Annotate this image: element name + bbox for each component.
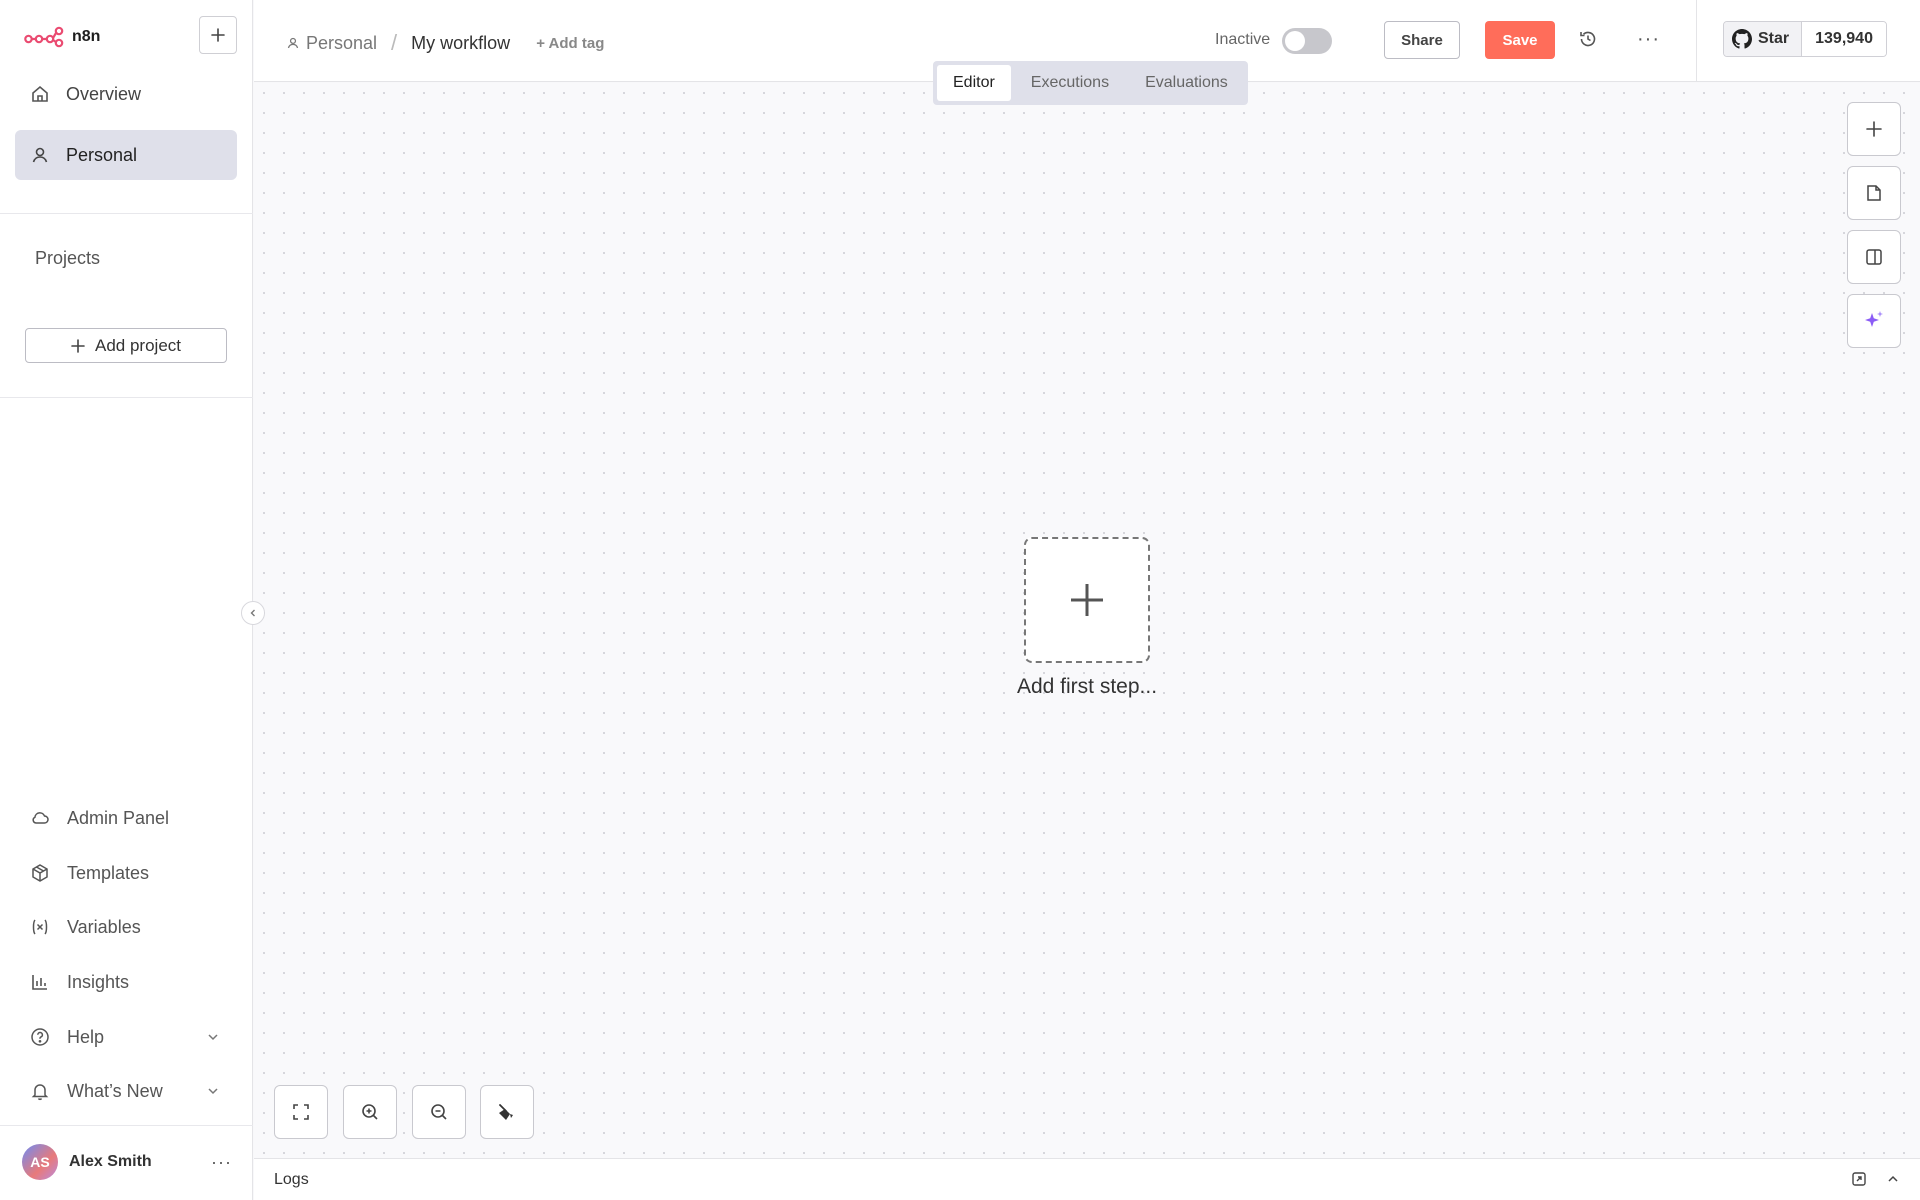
sidebar-item-whats-new[interactable]: What’s New xyxy=(30,1075,220,1107)
sidebar-item-label: Overview xyxy=(66,83,142,104)
more-options-icon[interactable]: ··· xyxy=(1637,28,1660,51)
user-menu[interactable]: AS Alex Smith ··· xyxy=(22,1143,232,1181)
sidebar-item-variables[interactable]: Variables xyxy=(30,911,220,943)
workflow-status-label: Inactive xyxy=(1215,31,1271,48)
sparkle-icon xyxy=(1865,311,1883,327)
sidebar-item-label: Insights xyxy=(67,971,130,992)
zoom-in-button[interactable] xyxy=(343,1085,397,1139)
github-star-label: Star xyxy=(1758,30,1790,47)
user-icon xyxy=(287,37,299,49)
github-star-button[interactable]: Star xyxy=(1724,22,1803,56)
home-icon xyxy=(32,85,48,102)
plus-icon xyxy=(1866,121,1882,137)
chevron-up-icon[interactable] xyxy=(1885,1171,1901,1192)
n8n-logo[interactable]: n8n xyxy=(24,26,100,48)
fit-view-icon xyxy=(293,1104,309,1120)
sidebar-item-label: Admin Panel xyxy=(67,807,170,828)
github-star-count: 139,940 xyxy=(1802,22,1886,56)
zoom-out-icon xyxy=(431,1104,447,1120)
user-more-icon[interactable]: ··· xyxy=(211,1152,232,1173)
chevron-left-icon xyxy=(250,609,255,617)
workflow-name[interactable]: My workflow xyxy=(411,33,510,54)
plus-icon xyxy=(1071,584,1103,616)
breadcrumb: Personal / My workflow + Add tag xyxy=(286,30,604,56)
tab-executions[interactable]: Executions xyxy=(1015,65,1125,101)
chevron-down-icon xyxy=(208,1034,218,1041)
sidebar-divider xyxy=(0,397,253,398)
add-project-button[interactable]: Add project xyxy=(25,328,227,363)
breadcrumb-project[interactable]: Personal xyxy=(286,33,377,54)
add-tag-button[interactable]: + Add tag xyxy=(536,35,604,52)
help-icon xyxy=(31,1028,49,1046)
header-divider xyxy=(1696,0,1697,82)
brand-name: n8n xyxy=(72,28,101,45)
sidebar-item-overview[interactable]: Overview xyxy=(15,69,237,119)
sidebar-item-insights[interactable]: Insights xyxy=(30,966,220,998)
zoom-out-button[interactable] xyxy=(412,1085,466,1139)
toggle-side-panel-button[interactable] xyxy=(1847,230,1901,284)
open-nodes-panel-button[interactable] xyxy=(1847,102,1901,156)
sidebar-item-label: Personal xyxy=(66,144,138,165)
add-project-label: Add project xyxy=(95,335,181,355)
zoom-to-fit-button[interactable] xyxy=(274,1085,328,1139)
cloud-icon xyxy=(32,812,49,824)
tab-editor[interactable]: Editor xyxy=(937,65,1011,101)
github-star-widget[interactable]: Star 139,940 xyxy=(1723,21,1887,57)
plus-icon xyxy=(211,28,225,42)
github-icon xyxy=(1732,29,1752,49)
add-first-step-label: Add first step... xyxy=(1016,675,1158,698)
collapse-sidebar-button[interactable] xyxy=(241,601,265,625)
sidebar: n8n Overview Personal Projects Add proje… xyxy=(0,0,253,1200)
ai-assistant-button[interactable] xyxy=(1847,294,1901,348)
logs-label: Logs xyxy=(274,1171,309,1188)
sidebar-item-label: Templates xyxy=(67,862,150,883)
popout-icon[interactable] xyxy=(1851,1171,1867,1192)
user-name: Alex Smith xyxy=(69,1153,152,1170)
sidebar-item-help[interactable]: Help xyxy=(30,1021,220,1053)
panel-right-icon xyxy=(1866,249,1882,265)
user-icon xyxy=(32,147,48,163)
tab-evaluations[interactable]: Evaluations xyxy=(1129,65,1244,101)
history-icon[interactable] xyxy=(1578,29,1598,54)
sidebar-item-personal[interactable]: Personal xyxy=(15,130,237,180)
box-icon xyxy=(32,864,48,882)
active-toggle[interactable] xyxy=(1282,28,1332,54)
create-new-button[interactable] xyxy=(199,16,237,54)
projects-heading: Projects xyxy=(35,248,101,268)
chart-icon xyxy=(32,975,47,990)
n8n-logo-icon xyxy=(24,26,64,48)
zoom-in-icon xyxy=(362,1104,378,1120)
add-first-step-button[interactable] xyxy=(1024,537,1150,663)
variables-icon xyxy=(32,919,48,935)
sidebar-item-admin-panel[interactable]: Admin Panel xyxy=(30,802,220,834)
chevron-down-icon xyxy=(208,1088,218,1095)
save-button[interactable]: Save xyxy=(1485,21,1555,59)
sidebar-divider xyxy=(0,1125,253,1126)
sidebar-item-templates[interactable]: Templates xyxy=(30,857,220,889)
sidebar-divider xyxy=(0,213,253,214)
sidebar-item-label: What’s New xyxy=(67,1080,163,1101)
avatar: AS xyxy=(22,1144,58,1180)
sidebar-item-label: Help xyxy=(67,1026,105,1047)
bell-icon xyxy=(31,1084,49,1101)
view-tabs: Editor Executions Evaluations xyxy=(933,61,1248,105)
tidy-up-button[interactable] xyxy=(480,1085,534,1139)
plus-icon xyxy=(71,338,85,353)
logs-panel-bar[interactable]: Logs xyxy=(254,1158,1920,1200)
sidebar-item-label: Variables xyxy=(67,916,141,937)
add-sticky-note-button[interactable] xyxy=(1847,166,1901,220)
breadcrumb-project-label: Personal xyxy=(306,32,378,53)
breadcrumb-separator: / xyxy=(391,30,398,55)
broom-icon xyxy=(499,1104,513,1120)
sticky-note-icon xyxy=(1867,185,1881,201)
share-button[interactable]: Share xyxy=(1384,21,1460,59)
